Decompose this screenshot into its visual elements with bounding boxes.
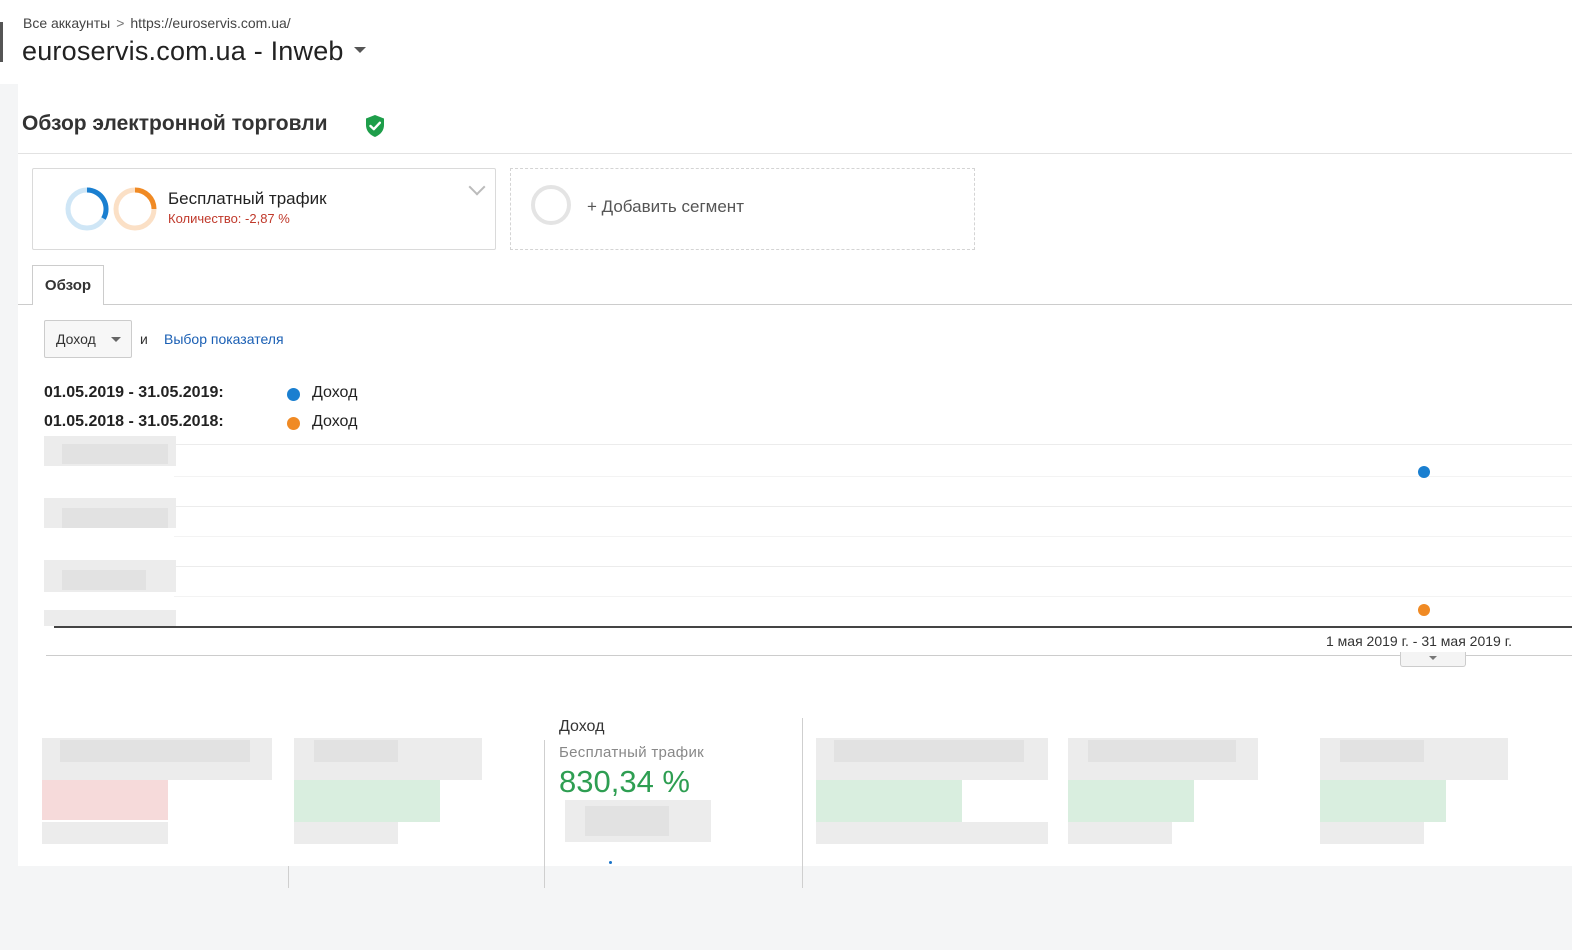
expand-chart-handle[interactable] <box>1400 652 1466 667</box>
gridline <box>174 476 1572 477</box>
breadcrumb: Все аккаунты > https://euroservis.com.ua/ <box>23 15 291 31</box>
redacted-scorecard-title <box>1088 740 1236 762</box>
redacted-scorecard-title <box>834 740 1024 762</box>
empty-segment-ring-icon <box>531 185 571 225</box>
scorecard-title: Доход <box>559 718 605 735</box>
redacted-y-label <box>62 570 146 590</box>
legend-date-range: 01.05.2018 - 31.05.2018: <box>44 413 224 430</box>
segment-ring-blue-icon <box>65 187 109 231</box>
redacted-scorecard-title <box>314 740 398 762</box>
scorecard-divider <box>802 718 803 888</box>
side-edge <box>0 22 3 62</box>
chevron-down-icon[interactable] <box>468 178 486 196</box>
redacted-y-label <box>62 508 168 528</box>
property-title[interactable]: euroservis.com.ua - Inweb <box>22 36 344 66</box>
tab-baseline <box>18 304 1572 305</box>
legend-metric-name: Доход <box>312 413 358 430</box>
legend-date-range: 01.05.2019 - 31.05.2019: <box>44 384 224 401</box>
redacted-y-label <box>44 610 176 626</box>
gridline <box>174 506 1572 507</box>
redacted-scorecard-note <box>42 822 168 844</box>
caret-down-icon[interactable] <box>353 46 366 53</box>
redacted-scorecard-value <box>1320 780 1446 822</box>
metric-dropdown[interactable]: Доход <box>44 320 132 358</box>
breadcrumb-all-accounts[interactable]: Все аккаунты <box>23 15 110 31</box>
scorecard-divider <box>288 866 289 888</box>
gridline <box>174 596 1572 597</box>
segment-ring-orange-icon <box>113 187 157 231</box>
segment-count: Количество: -2,87 % <box>168 211 290 226</box>
page-title: Обзор электронной торговли <box>22 112 328 135</box>
redacted-scorecard-value <box>42 780 168 820</box>
breadcrumb-site-url[interactable]: https://euroservis.com.ua/ <box>130 15 290 31</box>
add-segment-button[interactable]: + Добавить сегмент <box>510 168 975 250</box>
legend-dot-blue <box>287 388 300 401</box>
scorecard-divider <box>544 740 545 888</box>
sparkline-dot <box>609 861 612 864</box>
x-tick-label: 1 мая 2019 г. - 31 мая 2019 г. <box>1326 633 1512 649</box>
breadcrumb-separator: > <box>116 15 125 31</box>
chart-area <box>44 430 1572 630</box>
caret-down-icon <box>1429 656 1437 660</box>
redacted-scorecard-value <box>816 780 962 822</box>
redacted-y-label <box>62 444 168 464</box>
shield-check-icon <box>366 115 384 137</box>
scorecard-segment: Бесплатный трафик <box>559 744 704 761</box>
segment-card[interactable]: Бесплатный трафик Количество: -2,87 % <box>32 168 496 250</box>
title-divider <box>18 153 1572 154</box>
scorecard-value: 830,34 % <box>559 764 690 799</box>
gridline <box>174 566 1572 567</box>
redacted-scorecard-note <box>1320 822 1424 844</box>
add-segment-label: + Добавить сегмент <box>587 197 744 216</box>
select-metric-link[interactable]: Выбор показателя <box>164 331 284 347</box>
data-point-2019[interactable] <box>1418 466 1430 478</box>
redacted-scorecard-value <box>294 780 440 822</box>
redacted-scorecard-title <box>60 740 250 762</box>
x-axis <box>54 626 1572 628</box>
caret-down-icon <box>111 337 121 342</box>
legend-dot-orange <box>287 417 300 430</box>
chart-bottom-rule <box>46 655 1572 656</box>
redacted-scorecard-title <box>1340 740 1424 762</box>
redacted-scorecard-note <box>294 822 398 844</box>
tab-overview[interactable]: Обзор <box>32 265 104 305</box>
legend-metric-name: Доход <box>312 384 358 401</box>
redacted-scorecard-note <box>1068 822 1172 844</box>
gridline <box>174 444 1572 445</box>
metric-dropdown-value: Доход <box>56 331 96 347</box>
redacted-scorecard-note <box>816 822 1048 844</box>
data-point-2018[interactable] <box>1418 604 1430 616</box>
and-label: и <box>140 331 148 347</box>
segment-name: Бесплатный трафик <box>168 189 327 208</box>
gridline <box>174 536 1572 537</box>
redacted-scorecard-value <box>1068 780 1194 822</box>
redacted-scorecard-note <box>585 806 669 836</box>
property-selector[interactable]: euroservis.com.ua - Inweb <box>22 36 366 67</box>
